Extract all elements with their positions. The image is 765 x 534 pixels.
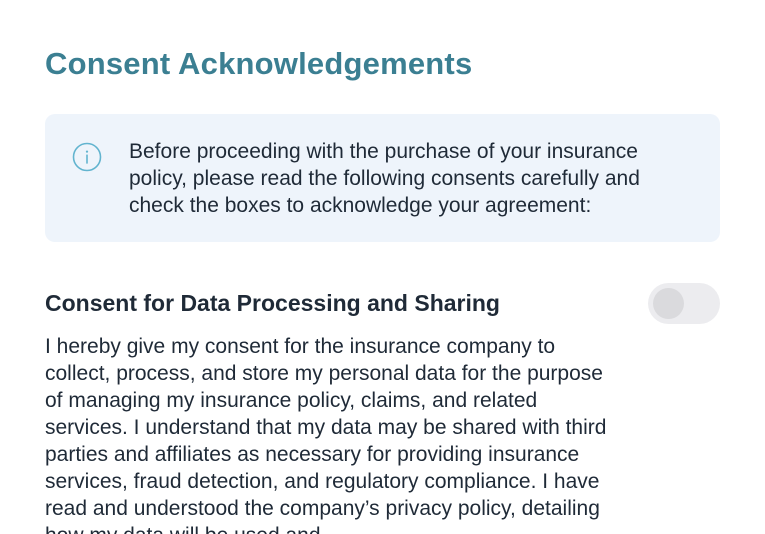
info-callout: Before proceeding with the purchase of y… [45,114,720,242]
consent-page: Consent Acknowledgements Before proceedi… [0,0,765,534]
info-text: Before proceeding with the purchase of y… [129,140,640,217]
page-title: Consent Acknowledgements [45,46,473,81]
consent-body-text: I hereby give my consent for the insuran… [45,335,607,534]
consent-heading: Consent for Data Processing and Sharing [45,290,500,316]
toggle-knob [653,288,684,319]
info-icon [72,142,102,172]
consent-toggle[interactable] [648,283,720,324]
